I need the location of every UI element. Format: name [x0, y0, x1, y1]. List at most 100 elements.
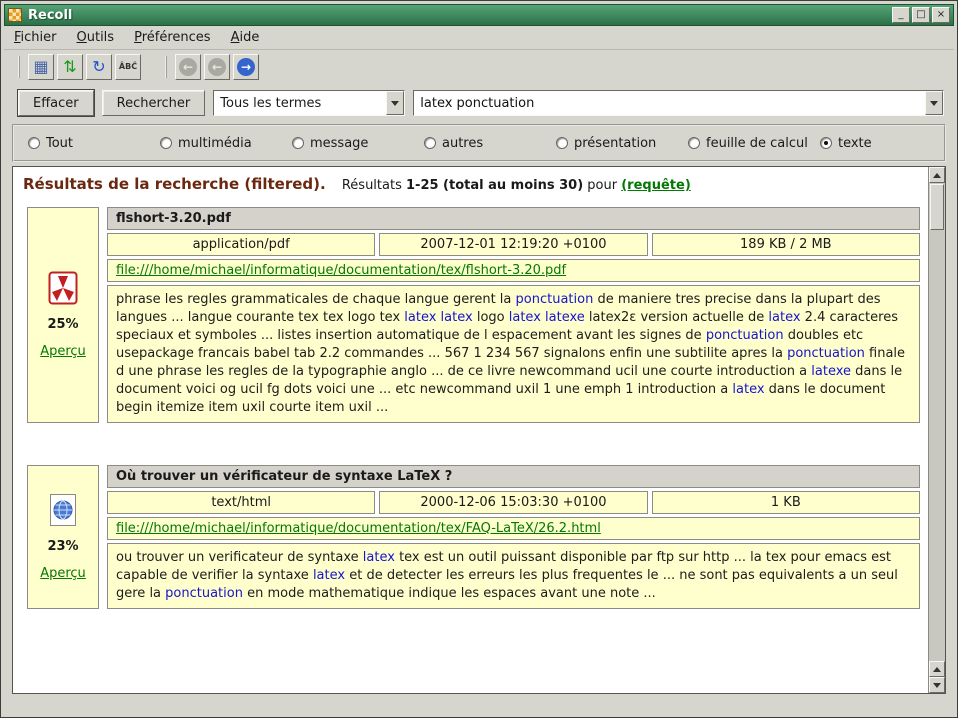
search-term-highlight: latex — [768, 310, 800, 325]
filter-label: Tout — [46, 136, 73, 151]
relevance-percent: 23% — [47, 539, 78, 554]
filter-option-multimédia[interactable]: multimédia — [160, 136, 292, 151]
prev-page-button[interactable]: ← — [204, 54, 230, 80]
preview-link[interactable]: Aperçu — [40, 566, 86, 581]
query-history-arrow-button[interactable] — [925, 91, 943, 115]
results-table-button[interactable]: ▦ — [28, 54, 54, 80]
preview-link[interactable]: Aperçu — [40, 344, 86, 359]
filter-option-autres[interactable]: autres — [424, 136, 556, 151]
results-table-icon: ▦ — [33, 59, 48, 75]
next-page-button[interactable]: → — [233, 54, 259, 80]
filter-label: autres — [442, 136, 483, 151]
sort-by-date-button[interactable]: ⇅ — [57, 54, 83, 80]
category-filter-frame: Tout multimédia message autres présentation f… — [12, 124, 946, 162]
maximize-button[interactable]: □ — [912, 7, 930, 23]
toolbar-grip[interactable] — [18, 56, 22, 78]
snippet-text: ou trouver un verificateur de syntaxe — [116, 550, 363, 565]
radio-dot — [824, 141, 828, 145]
html-file-icon — [48, 493, 78, 527]
results-area: Résultats de la recherche (filtered). Ré… — [12, 166, 946, 694]
menu-outils[interactable]: Outils — [77, 30, 115, 45]
result-url-link[interactable]: file:///home/michael/informatique/docume… — [116, 521, 601, 536]
snippet-text: en mode mathematique indique les espaces… — [243, 586, 656, 601]
filter-option-feuille-de-calcul[interactable]: feuille de calcul — [688, 136, 820, 151]
toolbar-main-group: ▦ ⇅ ↻ ÂBĈ — [12, 53, 143, 81]
radio-icon — [28, 137, 40, 149]
chevron-down-icon — [391, 101, 399, 106]
search-button[interactable]: Rechercher — [102, 90, 206, 116]
scroll-down-button[interactable] — [929, 677, 945, 693]
result-size: 1 KB — [652, 491, 920, 514]
snippet-text: phrase les regles grammaticales de chaqu… — [116, 292, 516, 307]
result-snippet: ou trouver un verificateur de syntaxe la… — [107, 543, 920, 609]
arrow-up-icon — [933, 173, 941, 178]
radio-icon — [292, 137, 304, 149]
term-explorer-icon: ÂBĈ — [119, 63, 137, 71]
query-link[interactable]: (requête) — [621, 178, 691, 193]
titlebar[interactable]: Recoll _ □ × — [4, 4, 954, 26]
toolbar-grip[interactable] — [165, 56, 169, 78]
radio-icon — [688, 137, 700, 149]
search-term-highlight: ponctuation — [165, 586, 243, 601]
scrollbar-trough[interactable] — [929, 231, 945, 661]
result-url-row: file:///home/michael/informatique/docume… — [107, 259, 920, 282]
scroll-up-button[interactable] — [929, 167, 945, 183]
query-combo[interactable] — [413, 90, 944, 116]
recoll-app-icon — [8, 8, 22, 22]
prev-page-icon: ← — [208, 58, 226, 76]
result-url-row: file:///home/michael/informatique/docume… — [107, 517, 920, 540]
recoll-window: Recoll _ □ × Fichier Outils Préférences … — [0, 0, 958, 718]
search-term-highlight: latex latexe — [509, 310, 585, 325]
result-snippet: phrase les regles grammaticales de chaqu… — [107, 285, 920, 423]
result-main: flshort-3.20.pdfapplication/pdf2007-12-0… — [107, 207, 920, 423]
menu-fichier[interactable]: Fichier — [14, 30, 57, 45]
filter-label: présentation — [574, 136, 656, 151]
result-date: 2000-12-06 15:03:30 +0100 — [379, 491, 647, 514]
menu-preferences[interactable]: Préférences — [134, 30, 210, 45]
results-count-prefix: Résultats — [342, 178, 402, 193]
status-bar — [4, 698, 954, 714]
search-term-highlight: latex — [363, 550, 395, 565]
close-button[interactable]: × — [932, 7, 950, 23]
search-row: Effacer Rechercher Tous les termes — [4, 84, 954, 122]
result-url-link[interactable]: file:///home/michael/informatique/docume… — [116, 263, 566, 278]
history-button[interactable]: ↻ — [86, 54, 112, 80]
filter-option-présentation[interactable]: présentation — [556, 136, 688, 151]
search-term-highlight: latex latex — [404, 310, 472, 325]
filter-label: message — [310, 136, 368, 151]
result-sidebar: 25%Aperçu — [27, 207, 99, 423]
filter-label: texte — [838, 136, 872, 151]
filter-label: feuille de calcul — [706, 136, 808, 151]
results-count-pour: pour — [587, 178, 617, 193]
pdf-file-icon — [48, 271, 78, 305]
results-scrollbar[interactable] — [928, 167, 945, 693]
results-header: Résultats de la recherche (filtered). Ré… — [23, 175, 920, 193]
sort-by-date-icon: ⇅ — [63, 59, 76, 75]
snippet-text: latex2ε version actuelle de — [585, 310, 769, 325]
arrow-down-icon — [933, 683, 941, 688]
filter-option-message[interactable]: message — [292, 136, 424, 151]
result-date: 2007-12-01 12:19:20 +0100 — [379, 233, 647, 256]
filter-option-Tout[interactable]: Tout — [28, 136, 160, 151]
scroll-up-button-bottom[interactable] — [929, 661, 945, 677]
first-page-icon: ← — [179, 58, 197, 76]
search-mode-combo[interactable]: Tous les termes — [213, 90, 405, 116]
search-term-highlight: ponctuation — [706, 328, 784, 343]
result-size: 189 KB / 2 MB — [652, 233, 920, 256]
result-main: Où trouver un vérificateur de syntaxe La… — [107, 465, 920, 609]
search-input[interactable] — [414, 96, 925, 111]
clear-button[interactable]: Effacer — [18, 90, 94, 116]
toolbar: ▦ ⇅ ↻ ÂBĈ ← ← → — [4, 50, 954, 84]
scrollbar-thumb[interactable] — [930, 184, 944, 230]
result-mime: application/pdf — [107, 233, 375, 256]
combo-arrow-button[interactable] — [386, 91, 404, 115]
term-explorer-button[interactable]: ÂBĈ — [115, 54, 141, 80]
results-list: 25%Aperçuflshort-3.20.pdfapplication/pdf… — [21, 207, 920, 609]
arrow-up-icon — [933, 667, 941, 672]
menu-aide[interactable]: Aide — [231, 30, 260, 45]
first-page-button[interactable]: ← — [175, 54, 201, 80]
results-content: Résultats de la recherche (filtered). Ré… — [13, 167, 928, 693]
filter-option-texte[interactable]: texte — [820, 136, 872, 151]
minimize-button[interactable]: _ — [892, 7, 910, 23]
radio-icon — [820, 137, 832, 149]
